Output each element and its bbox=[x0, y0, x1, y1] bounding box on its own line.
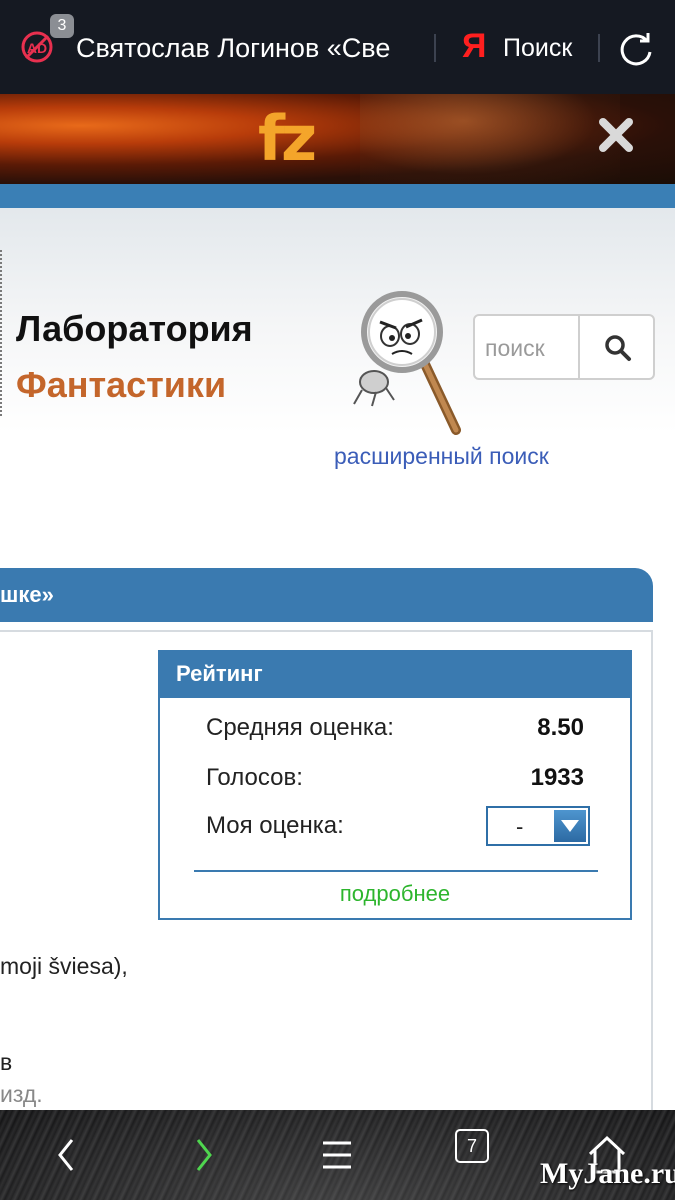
menu-icon[interactable] bbox=[314, 1132, 360, 1178]
search-button[interactable] bbox=[578, 314, 655, 380]
votes-value: 1933 bbox=[530, 764, 584, 791]
dotted-divider bbox=[0, 250, 2, 416]
close-icon[interactable] bbox=[597, 116, 635, 154]
my-rating-label: Моя оценка: bbox=[206, 812, 344, 839]
divider bbox=[598, 34, 600, 62]
yandex-logo[interactable]: Я bbox=[462, 26, 486, 66]
adblock-icon[interactable]: AD bbox=[20, 30, 54, 64]
dropdown-button[interactable] bbox=[554, 810, 586, 842]
adblock-count-badge: 3 bbox=[50, 14, 74, 38]
advanced-search-link[interactable]: расширенный поиск bbox=[334, 440, 549, 472]
rating-box: Рейтинг Средняя оценка: 8.50 Голосов: 19… bbox=[158, 650, 632, 920]
header-strip bbox=[0, 184, 675, 208]
average-rating-value: 8.50 bbox=[537, 714, 584, 741]
rating-divider bbox=[194, 870, 598, 872]
content-text-muted: изд. bbox=[0, 1081, 43, 1107]
browser-search-button[interactable]: Поиск bbox=[503, 30, 572, 66]
average-rating-label: Средняя оценка: bbox=[206, 714, 394, 741]
votes-label: Голосов: bbox=[206, 764, 303, 791]
rating-title: Рейтинг bbox=[176, 661, 263, 686]
search-input[interactable] bbox=[485, 330, 580, 366]
site-subtitle[interactable]: Фантастики bbox=[16, 364, 226, 406]
site-banner: fz bbox=[0, 94, 675, 184]
search-icon bbox=[605, 335, 631, 361]
back-arrow-icon[interactable] bbox=[44, 1132, 90, 1178]
chevron-down-icon bbox=[561, 820, 579, 832]
rating-details-link[interactable]: подробнее bbox=[160, 878, 630, 910]
rating-header: Рейтинг bbox=[160, 652, 630, 698]
site-logo[interactable]: fz bbox=[258, 94, 317, 184]
site-search bbox=[473, 314, 655, 380]
magnifier-mascot-icon bbox=[353, 291, 461, 435]
content-text: в bbox=[0, 1049, 13, 1075]
site-title[interactable]: Лаборатория bbox=[16, 308, 253, 350]
banner-glow bbox=[360, 94, 620, 184]
section-header: шке» bbox=[0, 568, 653, 622]
divider bbox=[434, 34, 436, 62]
forward-arrow-icon[interactable] bbox=[180, 1132, 226, 1178]
section-title: шке» bbox=[0, 582, 54, 607]
tabs-button[interactable]: 7 bbox=[455, 1129, 489, 1163]
watermark: MyJane.ru bbox=[540, 1157, 675, 1190]
my-rating-value: - bbox=[516, 814, 524, 839]
tab-title[interactable]: Святослав Логинов «Све bbox=[76, 30, 416, 66]
reload-icon[interactable] bbox=[616, 28, 656, 68]
content-text: moji šviesa), bbox=[0, 953, 128, 979]
my-rating-select[interactable]: - bbox=[486, 806, 590, 846]
browser-top-bar: AD 3 Святослав Логинов «Све Я Поиск bbox=[0, 0, 675, 94]
